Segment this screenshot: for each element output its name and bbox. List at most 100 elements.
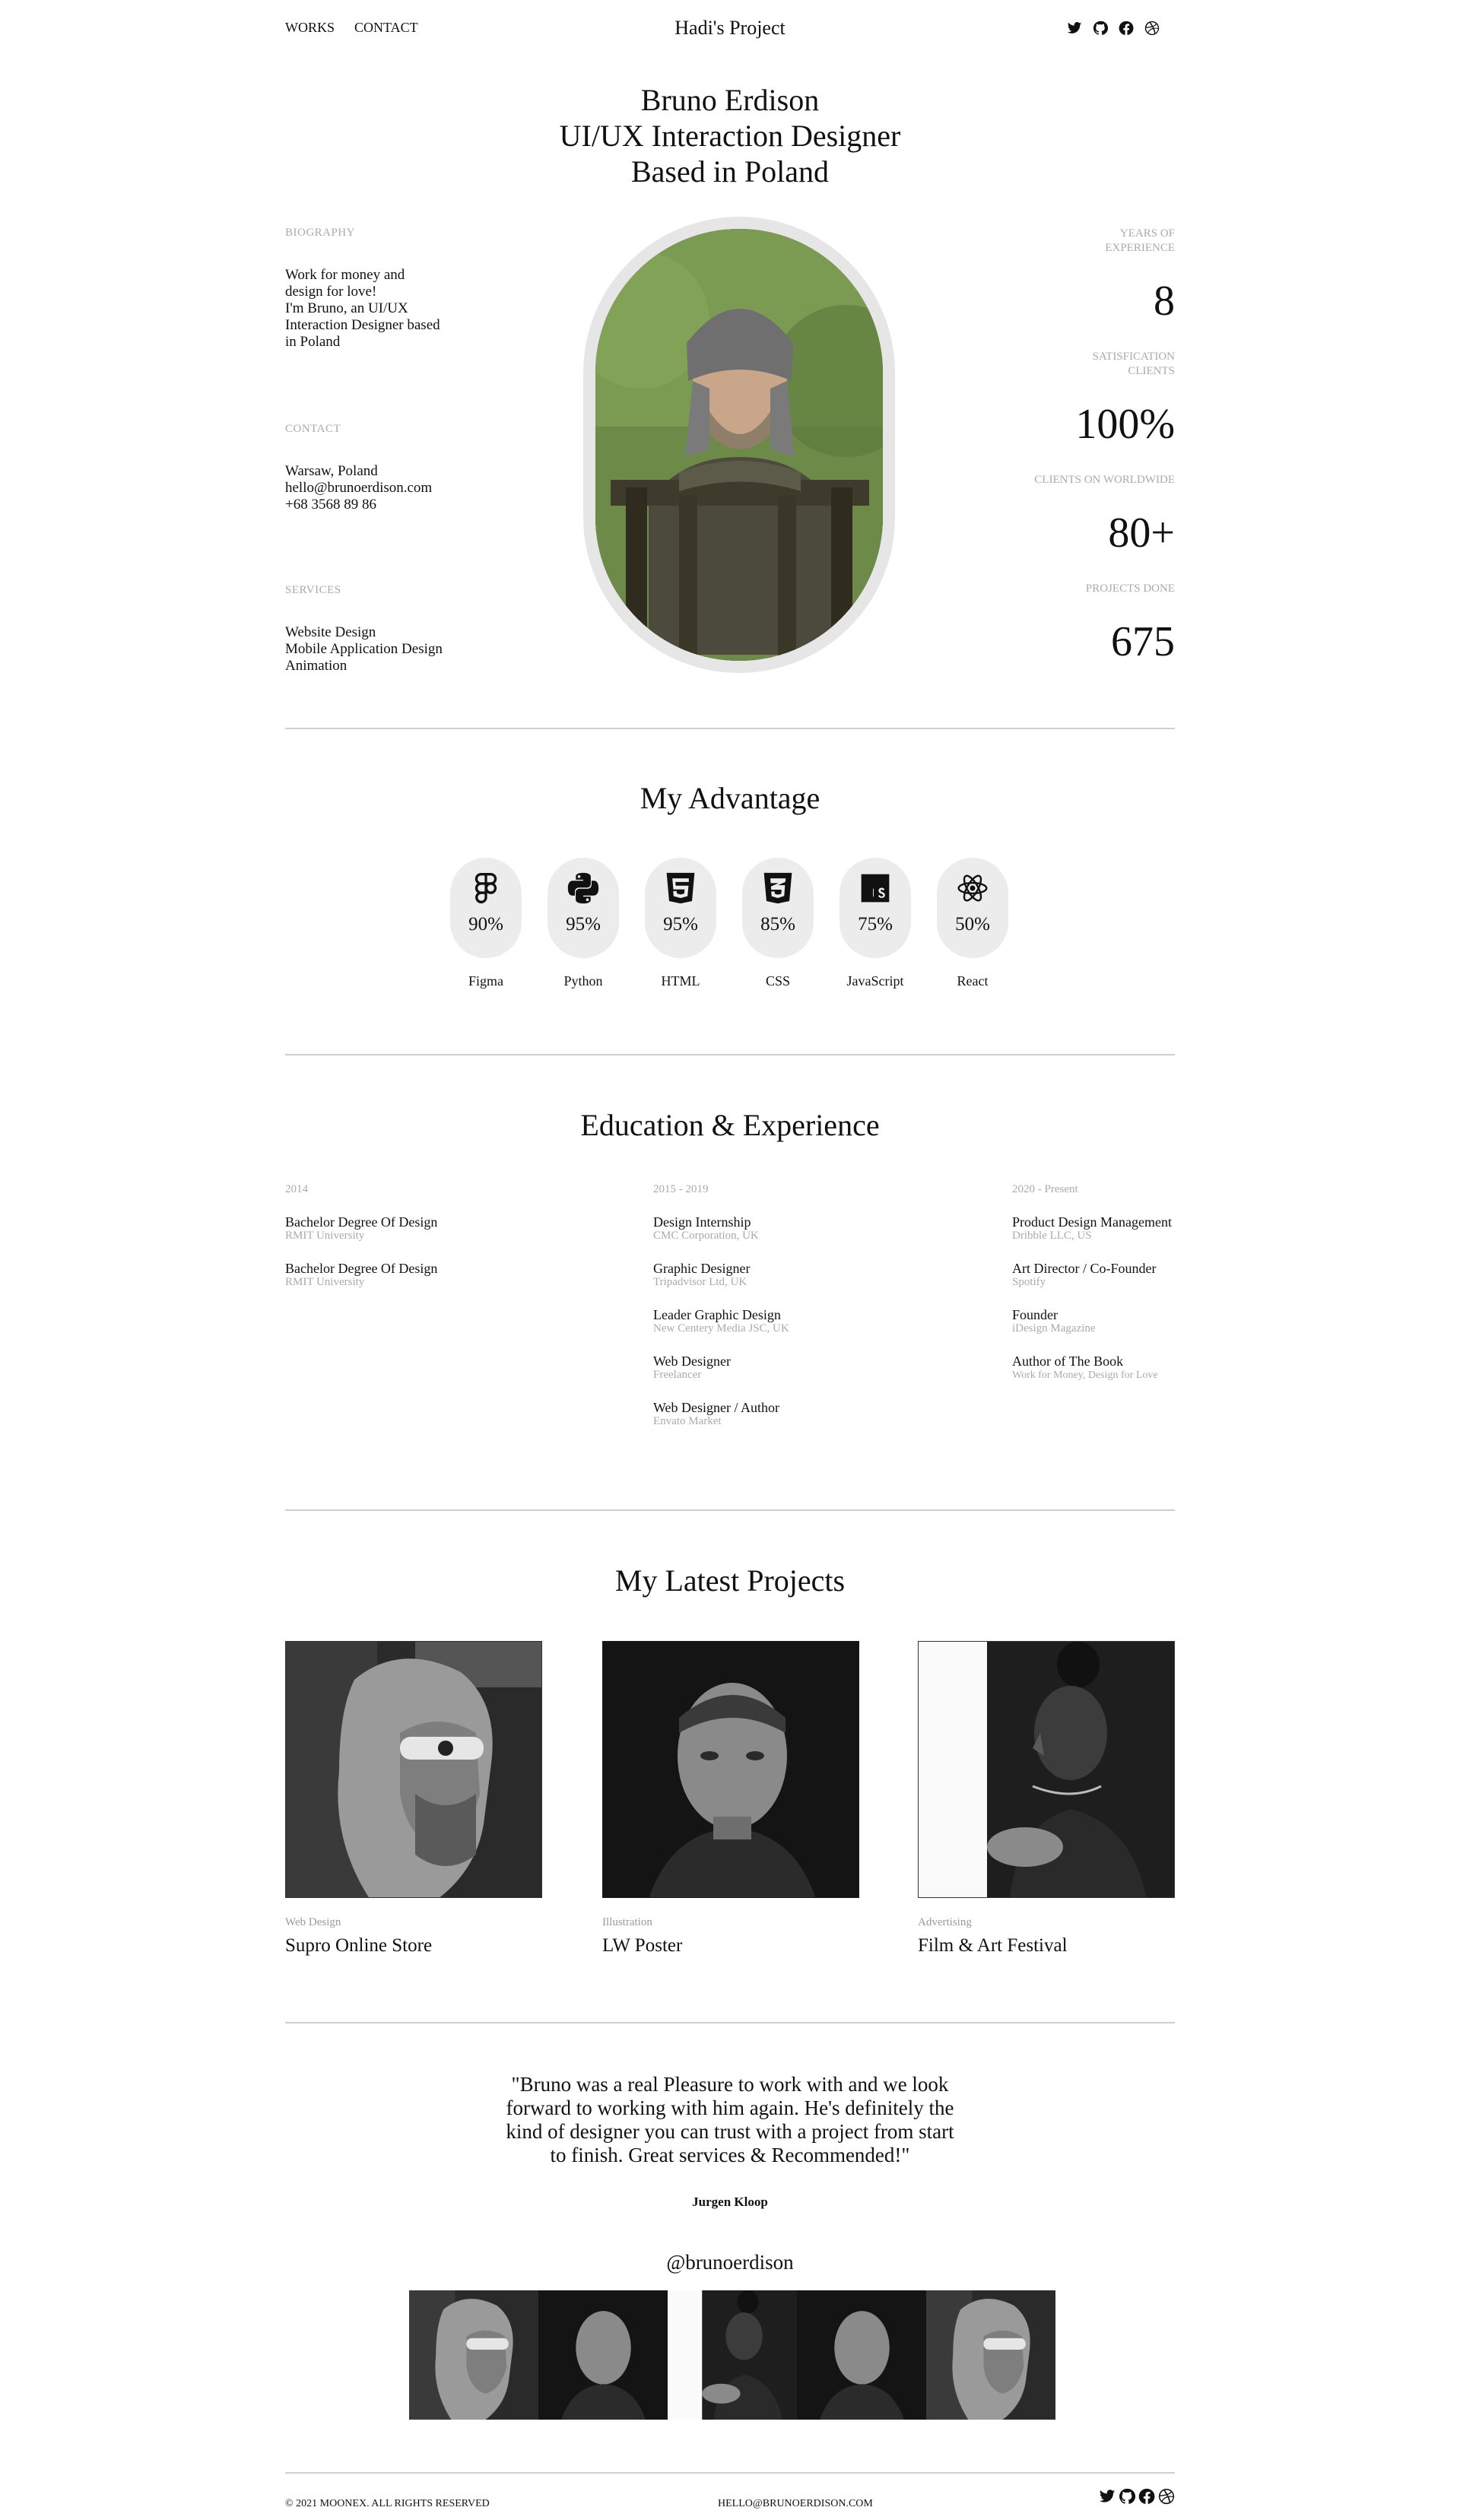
education-item: Leader Graphic Design New Centery Media J… <box>653 1307 881 1335</box>
stat-label: CLIENTS <box>1128 365 1175 377</box>
services-block: SERVICES Website Design Mobile Applicati… <box>285 584 468 674</box>
skill-python: 95% Python <box>548 858 619 989</box>
contact-email[interactable]: hello@brunoerdison.com <box>285 480 468 497</box>
stat-label: CLIENTS ON WORLDWIDE <box>1034 474 1175 486</box>
project-image[interactable] <box>285 1641 542 1898</box>
skill-percent: 90% <box>468 914 503 935</box>
project-card[interactable]: Web Design Supro Online Store <box>285 1641 542 1957</box>
gallery-photo-woman-profile <box>668 2290 797 2420</box>
education-item-title: Bachelor Degree Of Design <box>285 1261 438 1276</box>
skill-percent: 95% <box>663 914 698 935</box>
skill-html: 95% HTML <box>645 858 716 989</box>
project-photo-man-portrait <box>603 1642 859 1897</box>
dribbble-icon[interactable] <box>1158 2488 1175 2505</box>
gallery-thumb[interactable] <box>926 2290 1055 2420</box>
facebook-icon[interactable] <box>1138 2488 1155 2505</box>
contact-phone[interactable]: +68 3568 89 86 <box>285 497 468 513</box>
education-item: Web Designer Freelancer <box>653 1354 881 1382</box>
github-icon[interactable] <box>1119 2488 1135 2505</box>
contact-address: Warsaw, Poland <box>285 463 378 479</box>
instagram-handle[interactable]: @brunoerdison <box>0 2251 1460 2274</box>
education-item-sub: Freelancer <box>653 1369 702 1381</box>
project-card[interactable]: Illustration LW Poster <box>602 1641 859 1957</box>
education-item-title: Art Director / Co-Founder <box>1012 1261 1157 1276</box>
education-column-2014: 2014 Bachelor Degree Of Design RMIT Unive… <box>285 1183 513 1289</box>
skill-pill: 95% <box>548 858 619 958</box>
stat-value: 8 <box>1154 278 1175 325</box>
education-item: Product Design Management Dribble LLC, US <box>1012 1214 1179 1243</box>
skill-pill: 85% <box>742 858 814 958</box>
education-item-title: Web Designer <box>653 1354 732 1369</box>
twitter-icon[interactable] <box>1099 2488 1116 2505</box>
gallery-photo-man-portrait <box>797 2290 926 2420</box>
project-name[interactable]: Supro Online Store <box>285 1935 542 1957</box>
skill-name: React <box>957 973 989 989</box>
project-image[interactable] <box>918 1641 1175 1898</box>
skill-percent: 85% <box>760 914 795 935</box>
skill-css: 85% CSS <box>742 858 814 989</box>
project-name[interactable]: Film & Art Festival <box>918 1935 1175 1957</box>
gallery-thumb[interactable] <box>668 2290 797 2420</box>
education-year: 2015 - 2019 <box>653 1183 709 1195</box>
gallery-photo-long-hair-man <box>926 2290 1055 2420</box>
css3-icon <box>761 871 795 905</box>
education-item-sub: New Centery Media JSC, UK <box>653 1322 789 1335</box>
testimonial-author: Jurgen Kloop <box>692 2195 768 2209</box>
advantage-title: My Advantage <box>640 781 820 815</box>
skill-react: 50% React <box>937 858 1008 989</box>
python-icon <box>567 871 600 905</box>
biography-line: Work for money and <box>285 267 405 283</box>
education-item-sub: CMC Corporation, UK <box>653 1230 759 1242</box>
biography-line: design for love! <box>285 284 377 300</box>
portrait-illustration <box>595 229 883 661</box>
skill-pill: 90% <box>450 858 522 958</box>
education-item-sub: RMIT University <box>285 1276 365 1288</box>
services-text: Website Design Mobile Application Design… <box>285 624 468 674</box>
figma-icon <box>469 871 503 905</box>
portrait-frame <box>583 217 895 673</box>
project-card[interactable]: Advertising Film & Art Festival <box>918 1641 1175 1957</box>
skill-name: HTML <box>661 973 700 989</box>
contact-block: CONTACT Warsaw, Poland hello@brunoerdiso… <box>285 423 468 513</box>
stat-value: 100% <box>1075 401 1175 448</box>
project-image[interactable] <box>602 1641 859 1898</box>
hero-section: BIOGRAPHY Work for money and design for … <box>285 0 1175 684</box>
footer-email[interactable]: HELLO@BRUNOERDISON.COM <box>718 2498 873 2510</box>
gallery-photo-man-portrait <box>538 2290 668 2420</box>
education-item: Bachelor Degree Of Design RMIT University <box>285 1214 513 1243</box>
biography-label: BIOGRAPHY <box>285 227 356 239</box>
services-label: SERVICES <box>285 584 341 596</box>
education-title: Education & Experience <box>580 1108 880 1142</box>
education-item-sub: Work for Money, Design for Love <box>1012 1369 1158 1381</box>
section-divider <box>285 2022 1175 2023</box>
section-divider <box>285 728 1175 729</box>
html5-icon <box>664 871 697 905</box>
gallery-thumb[interactable] <box>409 2290 538 2420</box>
section-divider <box>285 1509 1175 1511</box>
education-item: Design Internship CMC Corporation, UK <box>653 1214 881 1243</box>
project-photo-long-hair-man <box>286 1642 541 1897</box>
education-item-title: Author of The Book <box>1012 1354 1124 1369</box>
biography-line: Interaction Designer based <box>285 317 440 333</box>
stat-label: EXPERIENCE <box>1105 242 1175 254</box>
education-item-sub: iDesign Magazine <box>1012 1322 1096 1335</box>
section-divider <box>285 1054 1175 1055</box>
skill-percent: 95% <box>566 914 601 935</box>
biography-line: I'm Bruno, an UI/UX <box>285 300 408 316</box>
stat-value: 80+ <box>1108 509 1175 557</box>
skill-javascript: 75% JavaScript <box>840 858 911 989</box>
project-name[interactable]: LW Poster <box>602 1935 859 1957</box>
instagram-gallery <box>409 2290 1055 2420</box>
javascript-icon <box>859 871 892 905</box>
education-item: Art Director / Co-Founder Spotify <box>1012 1261 1179 1289</box>
gallery-thumb[interactable] <box>538 2290 668 2420</box>
portrait-photo <box>595 229 883 661</box>
gallery-thumb[interactable] <box>797 2290 926 2420</box>
education-year: 2014 <box>285 1183 308 1195</box>
education-item-sub: Dribble LLC, US <box>1012 1230 1092 1242</box>
skill-percent: 75% <box>858 914 893 935</box>
contact-text: Warsaw, Poland hello@brunoerdison.com +6… <box>285 463 468 513</box>
footer-social-links <box>1099 2488 1175 2505</box>
stat-projects: PROJECTS DONE 675 <box>977 582 1175 665</box>
education-item-sub: Spotify <box>1012 1276 1046 1288</box>
